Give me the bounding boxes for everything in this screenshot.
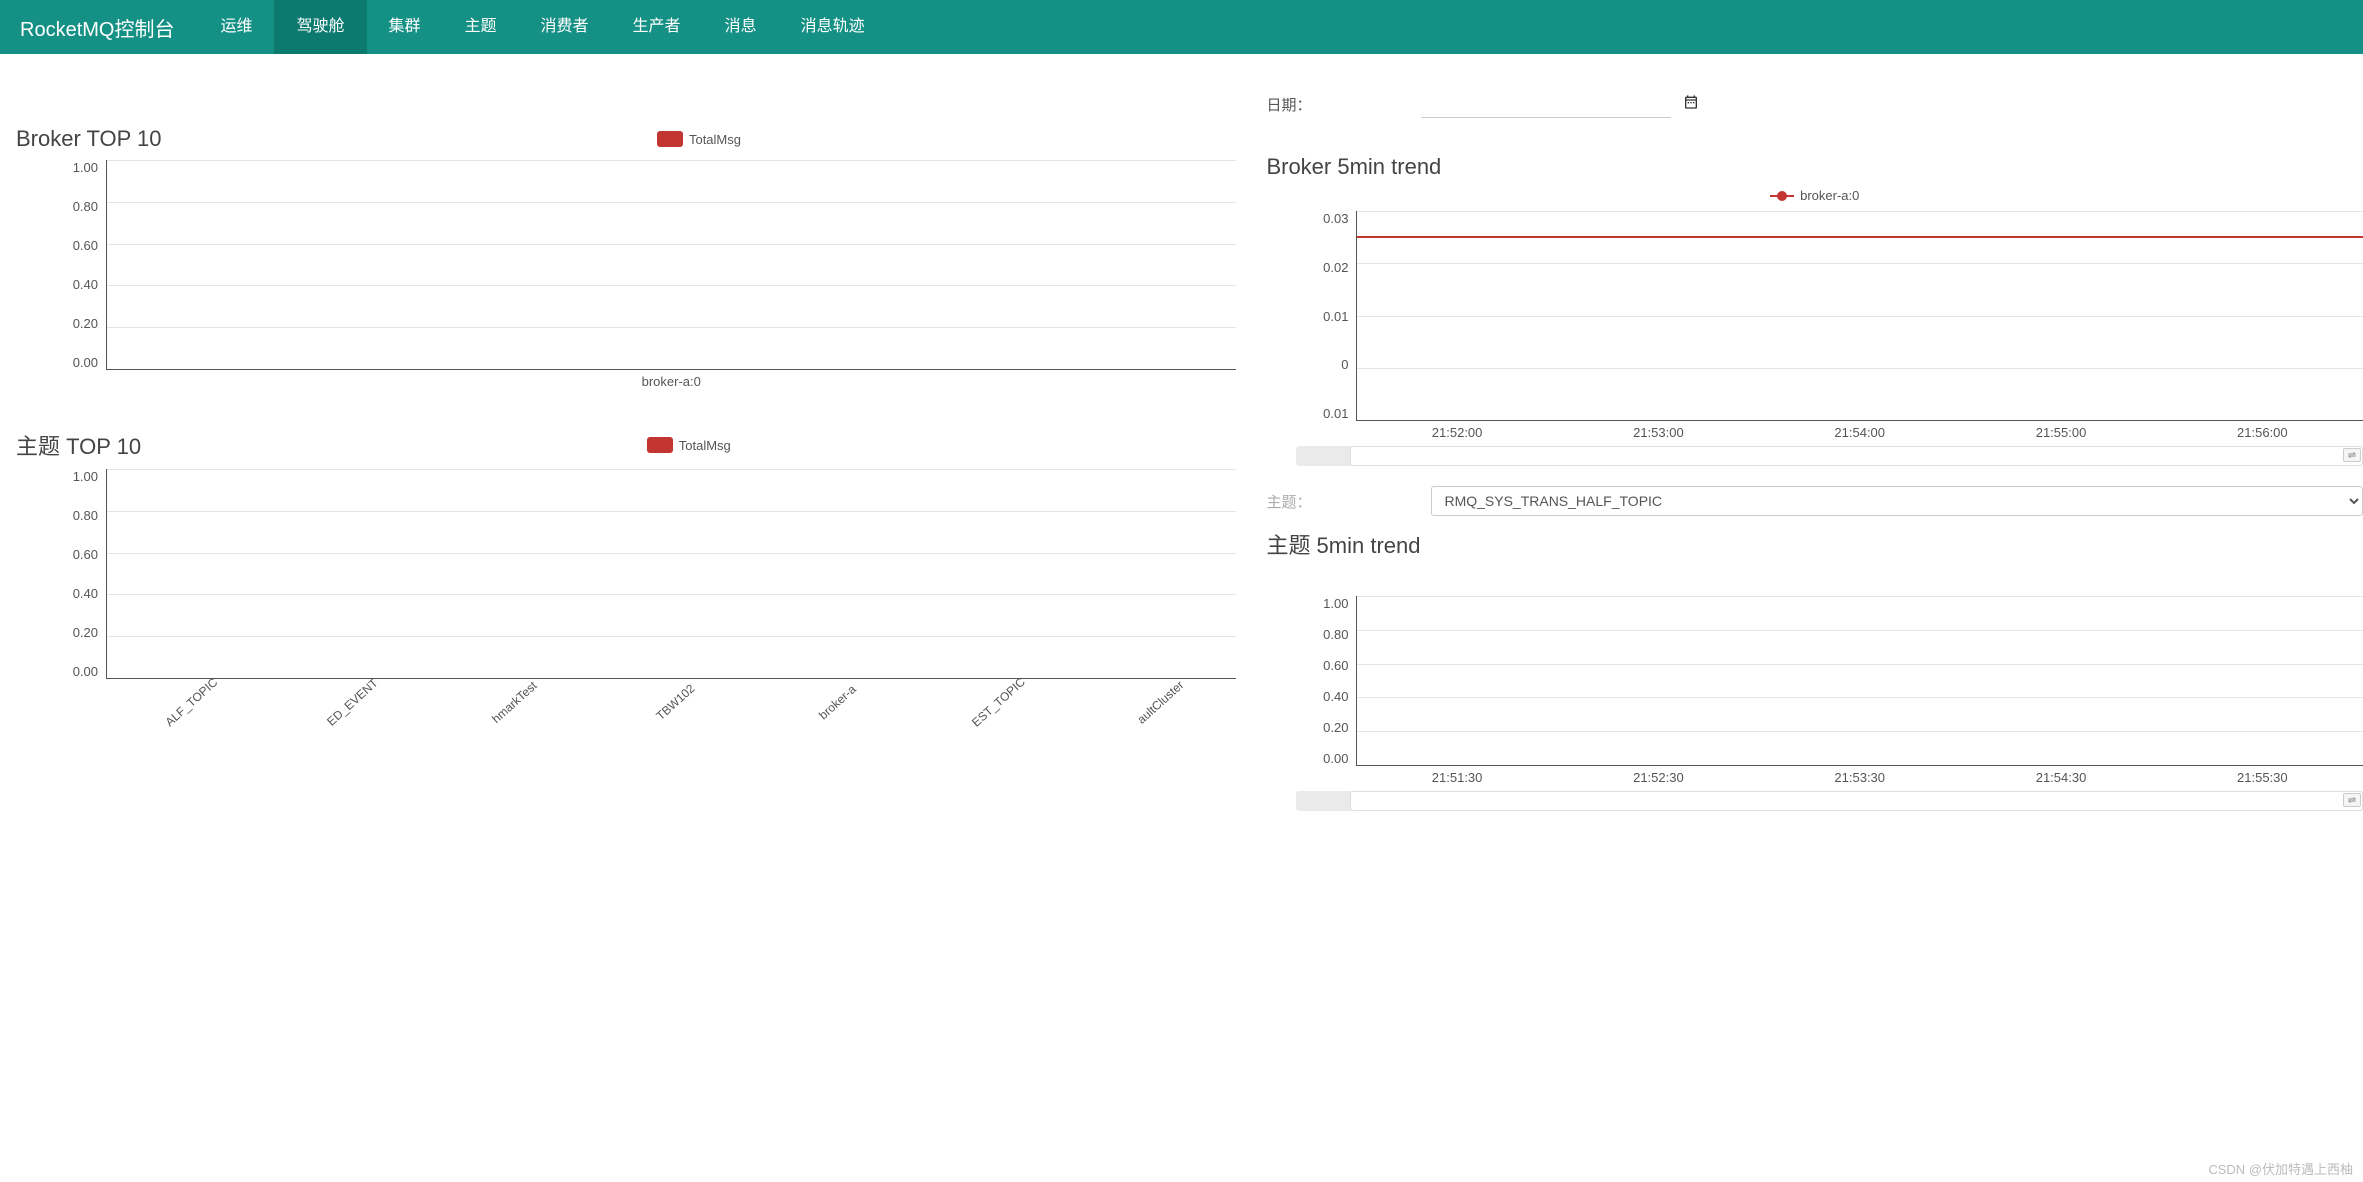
plot-grid (1356, 596, 2363, 766)
x-axis: 21:51:30 21:52:30 21:53:30 21:54:30 21:5… (1356, 766, 2363, 785)
chart-title-broker-trend: Broker 5min trend (1266, 154, 2363, 180)
calendar-icon[interactable] (1683, 94, 1699, 115)
plot-area: 0.03 0.02 0.01 0 0.01 (1266, 211, 2363, 421)
nav-message-trace[interactable]: 消息轨迹 (779, 0, 887, 54)
zoom-handle-icon[interactable]: ⇌ (2343, 448, 2361, 462)
main-content: Broker TOP 10 TotalMsg 1.00 0.80 0.60 0.… (0, 54, 2363, 861)
chart-broker-5min-trend: Broker 5min trend broker-a:0 0.03 0.02 0… (1266, 154, 2363, 466)
y-axis: 1.00 0.80 0.60 0.40 0.20 0.00 (16, 160, 106, 370)
y-axis: 0.03 0.02 0.01 0 0.01 (1266, 211, 1356, 421)
chart-zoom-slider[interactable]: ⇌ (1296, 446, 2363, 466)
chart-broker-top10: Broker TOP 10 TotalMsg 1.00 0.80 0.60 0.… (16, 126, 1236, 389)
chart-topic-5min-trend: 主题 5min trend 1.00 0.80 0.60 0.40 0.20 0… (1266, 528, 2363, 811)
topic-select-label: 主题： (1266, 491, 1311, 512)
nav-topic[interactable]: 主题 (443, 0, 519, 54)
plot-area: 1.00 0.80 0.60 0.40 0.20 0.00 (1266, 596, 2363, 766)
legend-swatch-icon (647, 437, 673, 453)
x-axis: broker-a:0 (106, 370, 1236, 389)
x-axis: 21:52:00 21:53:00 21:54:00 21:55:00 21:5… (1356, 421, 2363, 440)
brand: RocketMQ控制台 (20, 13, 174, 42)
topic-select[interactable]: RMQ_SYS_TRANS_HALF_TOPIC (1431, 486, 2363, 516)
chart-topic-top10: 主题 TOP 10 TotalMsg 1.00 0.80 0.60 0.40 0… (16, 429, 1236, 719)
date-row: 日期： (1266, 84, 2363, 124)
y-axis: 1.00 0.80 0.60 0.40 0.20 0.00 (16, 469, 106, 679)
plot-grid (1356, 211, 2363, 421)
legend-line-icon (1770, 190, 1794, 202)
watermark: CSDN @伏加特遇上西柚 (2208, 1159, 2353, 1178)
nav-message[interactable]: 消息 (703, 0, 779, 54)
date-input[interactable] (1421, 90, 1671, 118)
legend-label: broker-a:0 (1800, 188, 1859, 203)
topic-select-row: 主题： RMQ_SYS_TRANS_HALF_TOPIC (1266, 486, 2363, 516)
y-axis: 1.00 0.80 0.60 0.40 0.20 0.00 (1266, 596, 1356, 766)
chart-zoom-slider[interactable]: ⇌ (1296, 791, 2363, 811)
legend-label: TotalMsg (689, 132, 741, 147)
nav-cluster[interactable]: 集群 (367, 0, 443, 54)
nav-consumer[interactable]: 消费者 (519, 0, 611, 54)
legend-swatch-icon (657, 131, 683, 147)
chart-title-topic-trend: 主题 5min trend (1266, 528, 2363, 560)
right-column: 日期： Broker 5min trend broker-a:0 0.03 0.… (1266, 84, 2363, 851)
chart-title-broker-top10: Broker TOP 10 (16, 126, 162, 152)
nav-dashboard[interactable]: 驾驶舱 (274, 0, 366, 54)
x-axis: ALF_TOPIC ED_EVENT hmarkTest TBW102 brok… (106, 679, 1236, 719)
plot-grid (106, 469, 1236, 679)
left-column: Broker TOP 10 TotalMsg 1.00 0.80 0.60 0.… (16, 84, 1236, 851)
plot-grid (106, 160, 1236, 370)
trend-line (1357, 236, 2363, 238)
legend-label: TotalMsg (679, 438, 731, 453)
date-label: 日期： (1266, 94, 1311, 115)
plot-area: 1.00 0.80 0.60 0.40 0.20 0.00 (16, 160, 1236, 370)
nav-ops[interactable]: 运维 (198, 0, 274, 54)
chart-title-topic-top10: 主题 TOP 10 (16, 429, 141, 461)
zoom-handle-icon[interactable]: ⇌ (2343, 793, 2361, 807)
navbar: RocketMQ控制台 运维 驾驶舱 集群 主题 消费者 生产者 消息 消息轨迹 (0, 0, 2363, 54)
nav-producer[interactable]: 生产者 (611, 0, 703, 54)
